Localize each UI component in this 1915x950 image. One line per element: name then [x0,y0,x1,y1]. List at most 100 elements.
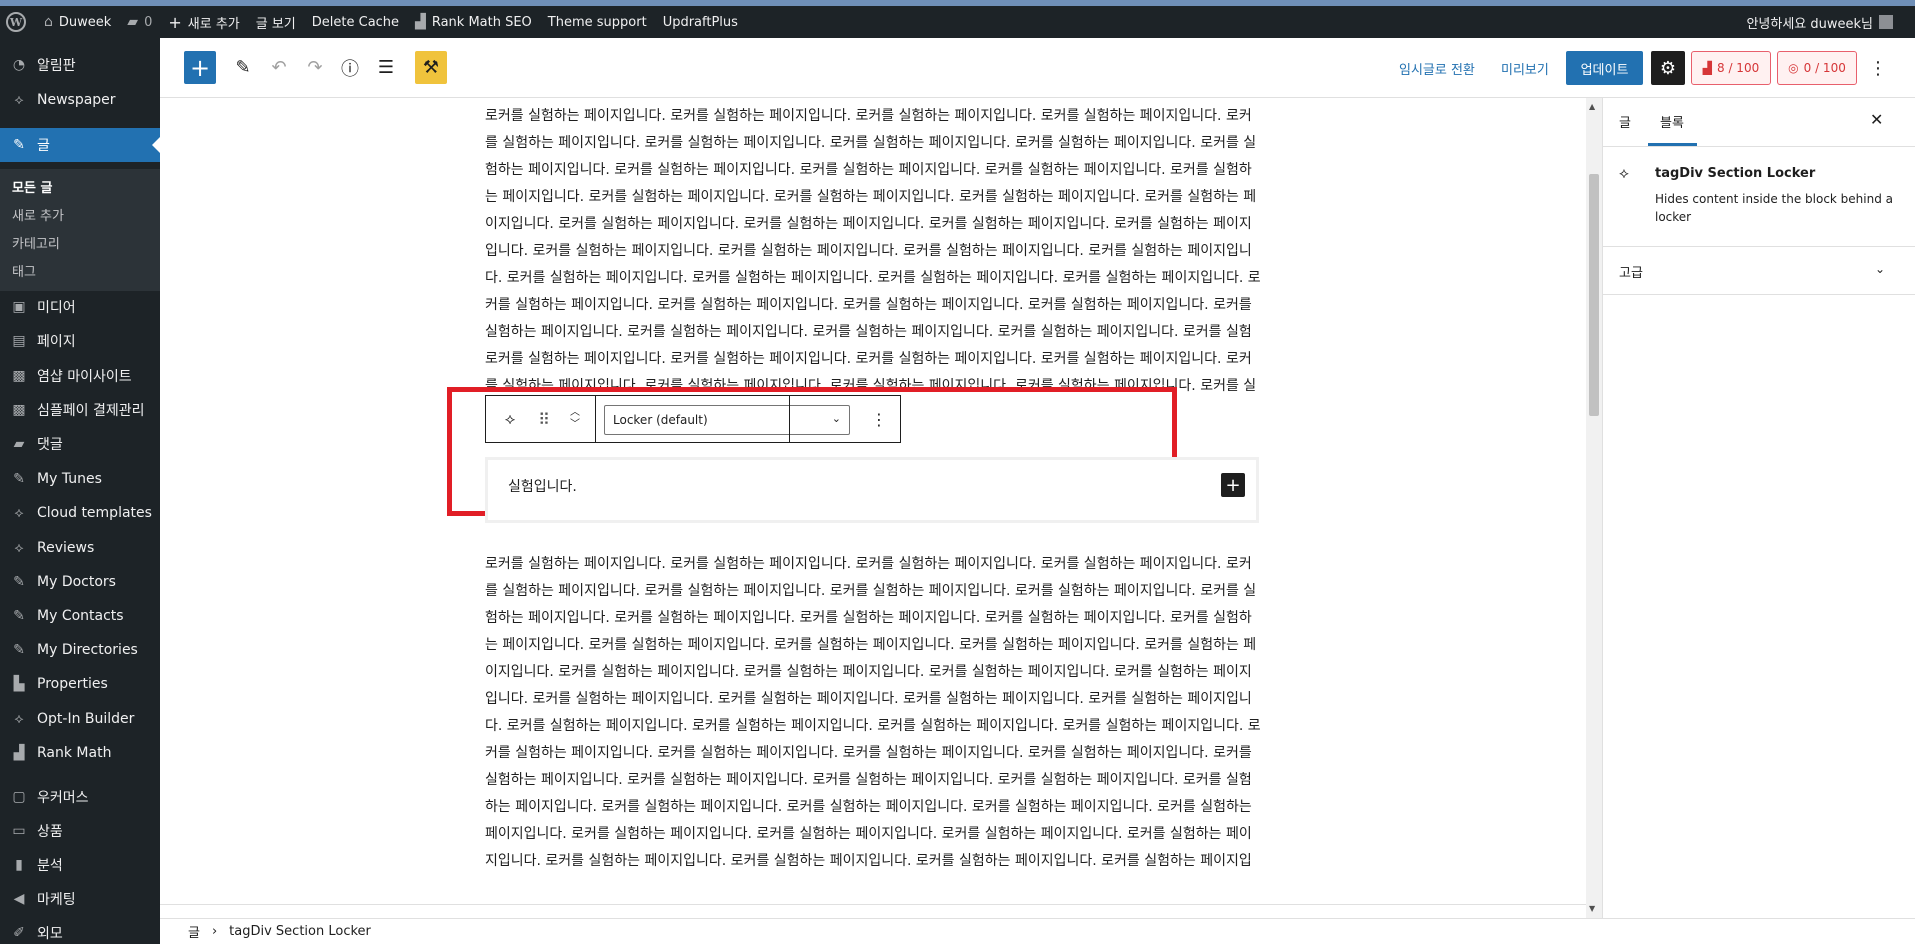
breadcrumb-current[interactable]: tagDiv Section Locker [229,924,371,939]
theme-support-link[interactable]: Theme support [540,6,655,38]
plus-icon: + [168,12,182,32]
new-content-link[interactable]: + 새로 추가 [160,6,247,38]
gear-icon: ⚙ [1659,57,1677,79]
content-divider [160,904,1586,905]
sidebar-item-simplepay[interactable]: ▩ 심플페이 결제관리 [0,393,160,427]
advanced-panel-toggle[interactable]: 고급 [1619,262,1643,281]
submenu-tags[interactable]: 태그 [12,261,36,280]
chevron-down-icon[interactable]: ﹀ [570,419,580,431]
editor-canvas[interactable]: 로커를 실험하는 페이지입니다. 로커를 실험하는 페이지입니다. 로커를 실험… [160,98,1586,918]
add-block-button[interactable]: + [184,51,216,84]
admin-bar: W ⌂ Duweek ▰ 0 + 새로 추가 글 보기 Delete Cache… [0,6,1915,38]
drag-handle[interactable]: ⠿ [532,396,556,442]
redo-button[interactable]: ↷ [299,51,331,84]
update-button[interactable]: 업데이트 [1566,51,1643,85]
rank-math-seo-score[interactable]: ▟ 8 / 100 [1691,51,1771,85]
tools-button[interactable]: ✎ [227,51,259,84]
chart-icon: ▟ [13,745,25,761]
view-post-link[interactable]: 글 보기 [248,6,304,38]
comment-icon: ▰ [13,436,25,452]
sidebar-item-woocommerce[interactable]: ▢ 우커머스 [0,780,160,814]
readability-score[interactable]: ◎ 0 / 100 [1777,51,1857,85]
fingerprint-icon: ◎ [1788,61,1799,75]
sidebar-item-comments[interactable]: ▰ 댓글 [0,427,160,461]
delete-cache-link[interactable]: Delete Cache [304,6,407,38]
tab-block[interactable]: 블록 [1660,112,1684,131]
lock-icon: ▩ [12,368,26,384]
sidebar-item-reviews[interactable]: ⟡ Reviews [0,531,160,565]
wp-logo-menu[interactable]: W [0,6,36,38]
sidebar-item-appearance[interactable]: ✐ 외모 [0,916,160,950]
sidebar-item-opt-in-builder[interactable]: ⟡ Opt-In Builder [0,702,160,736]
scroll-up-arrow-icon[interactable]: ▲ [1589,102,1595,111]
locker-style-select[interactable]: Locker (default) ⌄ [604,405,850,435]
hammer-icon: ⚒ [422,57,440,78]
sidebar-item-my-contacts[interactable]: ✎ My Contacts [0,599,160,633]
chevron-up-icon[interactable]: ︿ [570,407,580,419]
sidebar-item-pages[interactable]: ▤ 페이지 [0,324,160,358]
chevron-down-icon[interactable]: ⌄ [1875,262,1885,276]
tagdiv-icon: ⟡ [14,92,24,108]
inner-add-block-button[interactable]: + [1221,473,1245,497]
sidebar-item-media[interactable]: ▣ 미디어 [0,290,160,324]
block-breadcrumb: 글 › tagDiv Section Locker [160,918,1915,944]
switch-to-draft-button[interactable]: 임시글로 전환 [1399,59,1475,78]
vertical-ellipsis-icon: ⋮ [871,409,887,429]
lock-icon: ▩ [12,402,26,418]
locker-inner-paragraph[interactable]: 실험입니다. [508,476,577,496]
vertical-ellipsis-icon: ⋮ [1869,57,1887,79]
pin-icon: ✎ [13,137,25,153]
sidebar-item-my-tunes[interactable]: ✎ My Tunes [0,462,160,496]
paragraph-block-top[interactable]: 로커를 실험하는 페이지입니다. 로커를 실험하는 페이지입니다. 로커를 실험… [485,103,1261,346]
list-view-button[interactable]: ☰ [370,51,402,84]
close-icon[interactable]: ✕ [1870,110,1883,129]
sidebar-item-myshop[interactable]: ▩ 염샵 마이사이트 [0,359,160,393]
sidebar-item-cloud-templates[interactable]: ⟡ Cloud templates [0,496,160,530]
sidebar-item-marketing[interactable]: ◀ 마케팅 [0,882,160,916]
sidebar-item-my-doctors[interactable]: ✎ My Doctors [0,565,160,599]
move-block-buttons[interactable]: ︿ ﹀ [562,396,588,442]
settings-button[interactable]: ⚙ [1651,51,1685,85]
chevron-right-icon: › [211,924,218,939]
submenu-all-posts[interactable]: 모든 글 [12,177,52,196]
undo-button[interactable]: ↶ [263,51,295,84]
home-icon: ⌂ [44,14,53,30]
sidebar-item-analytics[interactable]: ▮ 분석 [0,848,160,882]
panel-divider [1603,146,1915,147]
sidebar-item-posts[interactable]: ✎ 글 [0,128,160,162]
sidebar-item-my-directories[interactable]: ✎ My Directories [0,633,160,667]
updraftplus-link[interactable]: UpdraftPlus [655,6,746,38]
sidebar-item-dashboard[interactable]: ◔ 알림판 [0,48,160,82]
panel-divider [1603,294,1915,295]
sidebar-item-products[interactable]: ▭ 상품 [0,814,160,848]
posts-submenu: 모든 글 새로 추가 카테고리 태그 [0,169,160,291]
paragraph-block-bottom[interactable]: 로커를 실험하는 페이지입니다. 로커를 실험하는 페이지입니다. 로커를 실험… [485,551,1261,877]
site-name-link[interactable]: ⌂ Duweek [36,6,119,38]
submenu-add-new[interactable]: 새로 추가 [12,205,64,224]
comments-link[interactable]: ▰ 0 [119,6,160,38]
wordpress-logo-icon: W [6,12,26,32]
woo-icon: ▢ [12,789,26,805]
sidebar-item-properties[interactable]: ▙ Properties [0,667,160,701]
rank-math-link[interactable]: ▟ Rank Math SEO [407,6,540,38]
account-menu[interactable]: 안녕하세요 duweek님 [1746,6,1893,38]
block-card-description: Hides content inside the block behind a … [1655,192,1894,224]
tagdiv-icon: ⟡ [1619,164,1629,182]
scroll-thumb[interactable] [1589,174,1599,416]
scroll-down-arrow-icon[interactable]: ▼ [1589,904,1595,913]
block-type-button[interactable]: ⟡ [494,396,526,442]
sidebar-item-newspaper[interactable]: ⟡ Newspaper [0,83,160,117]
sidebar-item-rank-math[interactable]: ▟ Rank Math [0,736,160,770]
rank-math-icon: ▟ [415,14,426,30]
preview-button[interactable]: 미리보기 [1501,59,1549,78]
details-button[interactable]: ⓘ [334,51,366,84]
tagdiv-composer-button[interactable]: ⚒ [415,51,447,84]
more-options-button[interactable]: ⋮ [1862,51,1894,85]
breadcrumb-root[interactable]: 글 [188,922,200,941]
submenu-categories[interactable]: 카테고리 [12,233,60,252]
block-options-button[interactable]: ⋮ [864,396,894,442]
editor-scrollbar[interactable]: ▲ ▼ [1586,98,1602,918]
megaphone-icon: ◀ [13,891,25,907]
tab-post[interactable]: 글 [1619,112,1631,131]
section-locker-inner-block[interactable]: 실험입니다. + [485,457,1259,523]
